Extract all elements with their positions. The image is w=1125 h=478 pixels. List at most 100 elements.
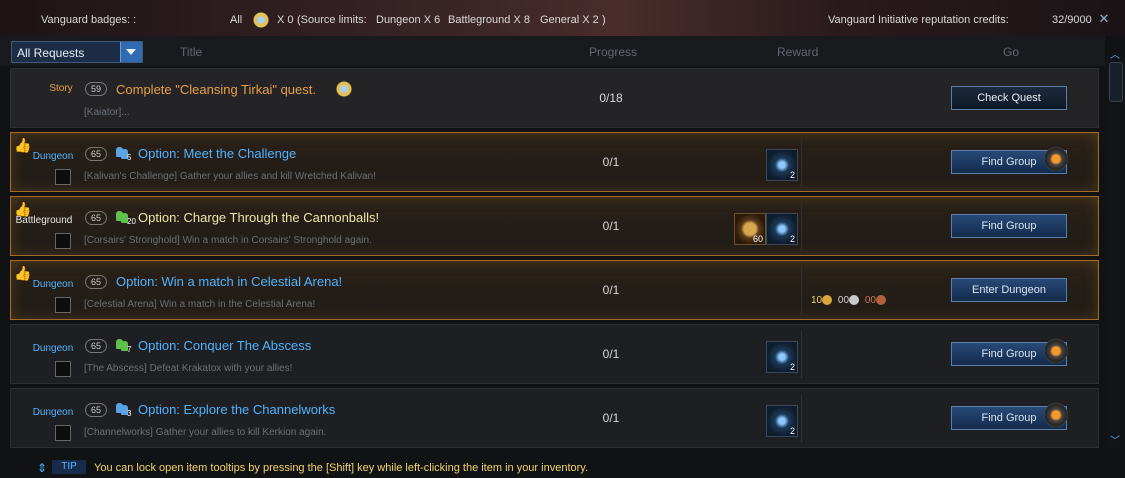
scroll-down-icon[interactable]: ﹀ — [1110, 437, 1120, 447]
close-icon[interactable]: ✕ — [1097, 12, 1111, 26]
quest-progress: 0/1 — [602, 411, 620, 425]
tip-arrows-icon[interactable]: ⇕ — [37, 461, 47, 475]
source-limits-open: (Source limits: — [297, 14, 367, 26]
track-checkbox[interactable] — [55, 425, 71, 441]
top-bar: Vanguard badges: : All X 0 (Source limit… — [0, 0, 1125, 36]
quest-description: [The Abscess] Defeat Krakatox with your … — [84, 363, 293, 374]
track-checkbox[interactable] — [55, 233, 71, 249]
party-icon: 7 — [115, 338, 135, 354]
category-label: Dungeon — [32, 151, 74, 162]
quest-progress: 0/18 — [599, 91, 623, 105]
reward-count: 2 — [789, 170, 795, 180]
quest-title[interactable]: Option: Win a match in Celestial Arena! — [116, 274, 342, 289]
filter-selected-value: All Requests — [17, 46, 85, 60]
reward-divider — [801, 395, 802, 443]
list-header — [0, 36, 1105, 66]
reward-count: 2 — [789, 234, 795, 244]
track-checkbox[interactable] — [55, 169, 71, 185]
request-filter-dropdown[interactable]: All Requests — [11, 41, 143, 63]
list-item[interactable]: Story 59 Complete "Cleansing Tirkai" que… — [10, 68, 1099, 128]
quest-list: Story 59 Complete "Cleansing Tirkai" que… — [0, 66, 1105, 448]
tip-label: TIP — [52, 460, 86, 474]
level-badge: 65 — [85, 275, 107, 289]
tip-bar: ⇕ TIP You can lock open item tooltips by… — [0, 455, 1105, 478]
party-icon: 5 — [115, 146, 135, 162]
list-item[interactable]: Dungeon 65 7 Option: Conquer The Abscess… — [10, 324, 1099, 384]
track-checkbox[interactable] — [55, 297, 71, 313]
lantern-icon — [1044, 403, 1068, 427]
reward-item-icon[interactable]: 2 — [766, 149, 798, 181]
horseshoe-icon[interactable]: 60 — [734, 213, 766, 245]
quest-title[interactable]: Complete "Cleansing Tirkai" quest. — [116, 82, 316, 97]
silver-coin-icon — [849, 295, 860, 306]
source-limits-close: ) — [602, 14, 606, 26]
track-checkbox[interactable] — [55, 361, 71, 377]
reward-item-icon[interactable]: 2 — [766, 341, 798, 373]
party-size: 3 — [127, 409, 132, 418]
general-limit: General X 2 — [540, 14, 599, 26]
list-item[interactable]: 👍 Dungeon 65 Option: Win a match in Cele… — [10, 260, 1099, 320]
dungeon-limit: Dungeon X 6 — [376, 14, 441, 26]
category-label: Dungeon — [32, 343, 74, 354]
category-label: Dungeon — [32, 279, 74, 290]
level-badge: 65 — [85, 211, 107, 225]
level-badge: 65 — [85, 147, 107, 161]
reward-divider — [801, 267, 802, 315]
quest-description: [Kalivan's Challenge] Gather your allies… — [84, 171, 376, 182]
reward-count: 2 — [789, 426, 795, 436]
column-reward: Reward — [777, 45, 819, 59]
lantern-icon — [1044, 147, 1068, 171]
all-label: All — [230, 14, 243, 26]
quest-description: [Channelworks] Gather your allies to kil… — [84, 427, 327, 438]
reward-divider — [801, 331, 802, 379]
list-item[interactable]: Dungeon 65 3 Option: Explore the Channel… — [10, 388, 1099, 448]
quest-title[interactable]: Option: Conquer The Abscess — [138, 338, 311, 353]
list-item[interactable]: 👍 Battleground 65 20 Option: Charge Thro… — [10, 196, 1099, 256]
category-label: Battleground — [15, 215, 73, 226]
reputation-credits-value: 32/9000 — [1052, 14, 1092, 26]
scrollbar-thumb[interactable] — [1109, 62, 1123, 102]
level-badge: 65 — [85, 403, 107, 417]
copper-coin-icon — [875, 295, 886, 306]
battleground-limit: Battleground X 8 — [448, 14, 530, 26]
vanguard-badges-label: Vanguard badges: : — [41, 14, 137, 26]
lantern-icon — [1044, 339, 1068, 363]
quest-description: [Kaiator]... — [84, 107, 130, 118]
scrollbar[interactable]: ︿ ﹀ — [1106, 51, 1124, 448]
chevron-down-icon[interactable] — [120, 42, 142, 62]
copper-amount: 00 — [864, 295, 876, 306]
quest-title[interactable]: Option: Meet the Challenge — [138, 146, 296, 161]
quest-title[interactable]: Option: Explore the Channelworks — [138, 402, 335, 417]
gold-amount: 10 — [811, 295, 823, 306]
scroll-up-icon[interactable]: ︿ — [1110, 51, 1120, 61]
reward-divider — [801, 203, 802, 251]
vanguard-badge-icon — [332, 77, 356, 101]
level-badge: 59 — [85, 82, 107, 96]
find-group-button[interactable]: Find Group — [951, 214, 1067, 238]
gold-coin-icon — [822, 295, 833, 306]
party-size: 5 — [127, 153, 132, 162]
column-title: Title — [180, 45, 203, 59]
column-go: Go — [1003, 45, 1020, 59]
level-badge: 65 — [85, 339, 107, 353]
reputation-credits-label: Vanguard Initiative reputation credits: — [828, 14, 1009, 26]
badge-count: X 0 — [277, 14, 294, 26]
enter-dungeon-button[interactable]: Enter Dungeon — [951, 278, 1067, 302]
reward-item-icon[interactable]: 2 — [766, 405, 798, 437]
check-quest-button[interactable]: Check Quest — [951, 86, 1067, 110]
party-size: 7 — [127, 345, 132, 354]
coin-reward: 10 00 00 — [811, 295, 889, 306]
quest-progress: 0/1 — [602, 283, 620, 297]
column-progress: Progress — [589, 45, 638, 59]
quest-progress: 0/1 — [602, 155, 620, 169]
quest-progress: 0/1 — [602, 347, 620, 361]
quest-progress: 0/1 — [602, 219, 620, 233]
list-item[interactable]: 👍 Dungeon 65 5 Option: Meet the Challeng… — [10, 132, 1099, 192]
quest-title[interactable]: Option: Charge Through the Cannonballs! — [138, 210, 379, 225]
party-icon: 20 — [115, 210, 136, 226]
reward-count: 2 — [789, 362, 795, 372]
reward-item-icon[interactable]: 2 — [766, 213, 798, 245]
party-size: 20 — [127, 217, 136, 226]
vanguard-badge-icon — [249, 8, 273, 32]
party-icon: 3 — [115, 402, 135, 418]
